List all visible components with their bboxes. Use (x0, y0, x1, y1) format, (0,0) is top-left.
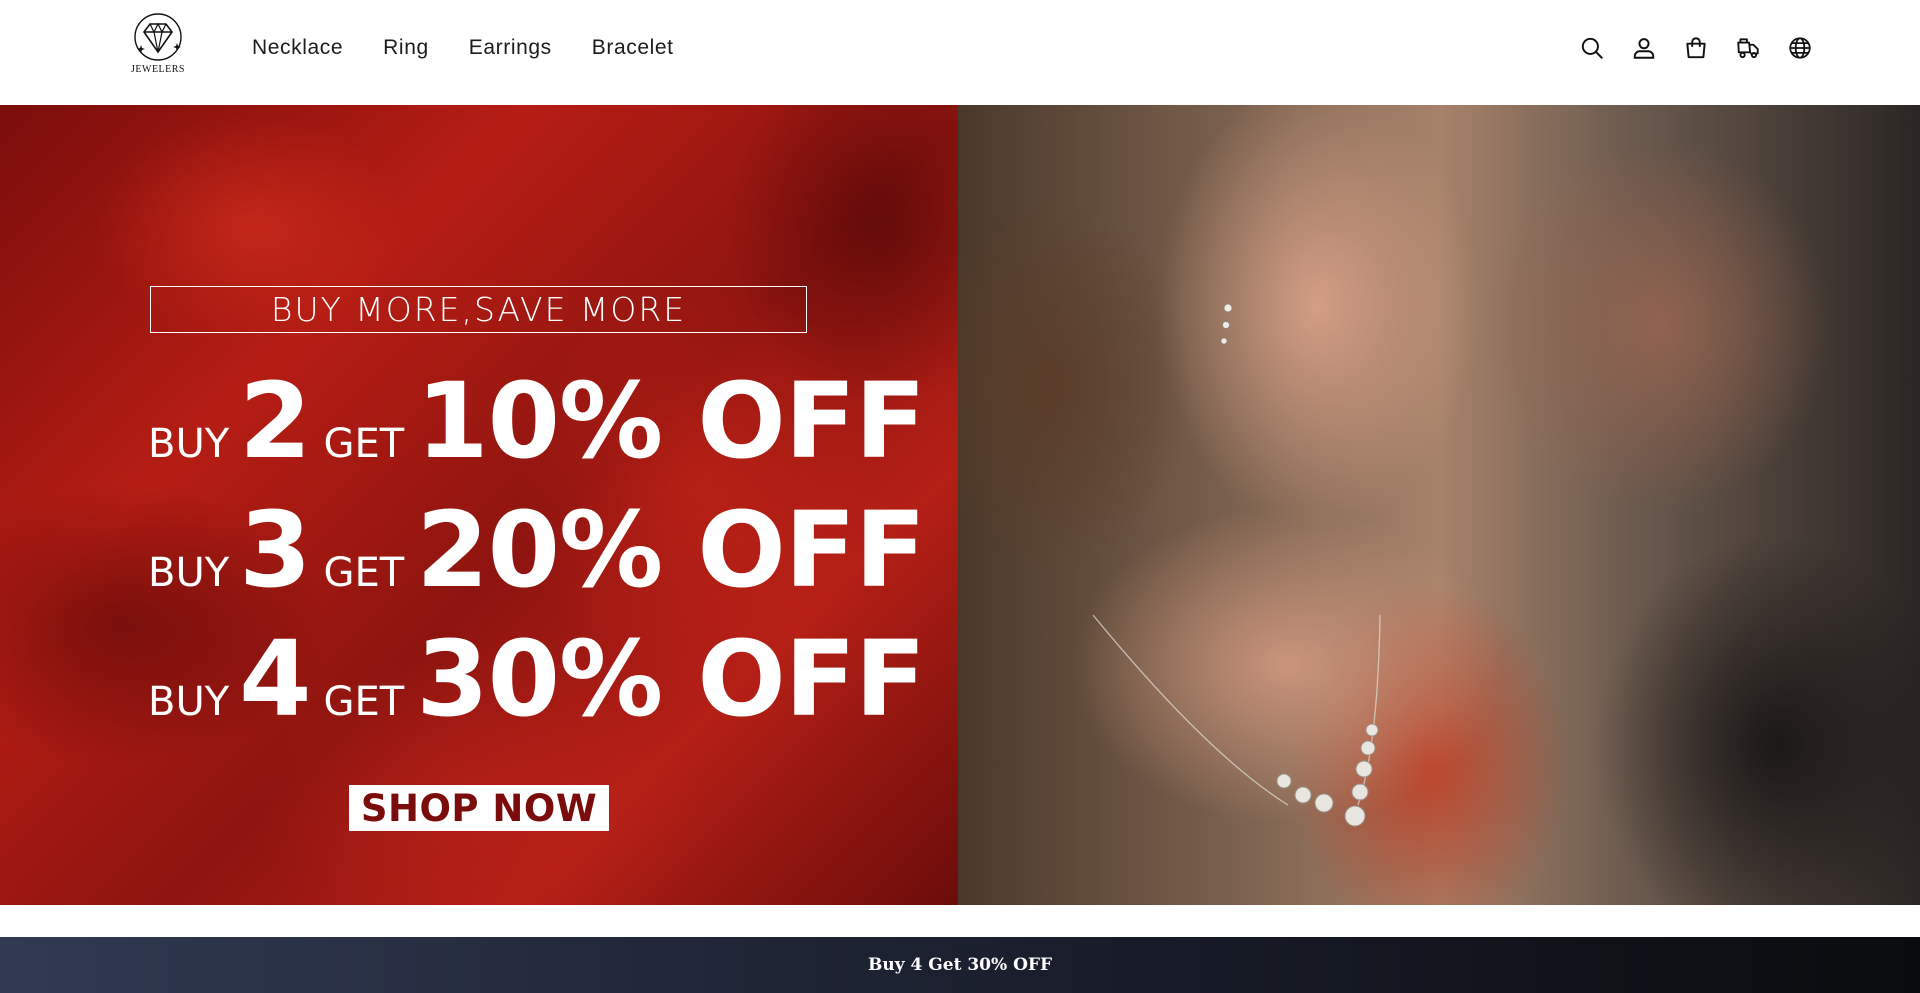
promo-panel: BUY MORE,SAVE MORE BUY 2 GET 10% OFF BUY… (0, 105, 958, 905)
nav-item-necklace[interactable]: Necklace (252, 36, 343, 60)
offer-qty: 2 (239, 360, 312, 482)
language-button[interactable] (1786, 34, 1814, 62)
offer-discount: 30% OFF (416, 618, 926, 740)
offer-qty: 3 (239, 489, 312, 611)
site-header: JEWELERS Necklace Ring Earrings Bracelet (0, 0, 1920, 105)
main-nav: Necklace Ring Earrings Bracelet (252, 36, 714, 60)
nav-item-bracelet[interactable]: Bracelet (592, 36, 674, 60)
order-tracking-icon (1737, 38, 1759, 59)
header-icons (1578, 34, 1838, 62)
necklace-illustration (1092, 303, 1381, 827)
offer-buy-label: BUY (148, 679, 230, 725)
promo-tagline-box: BUY MORE,SAVE MORE (150, 286, 807, 333)
account-icon (1633, 38, 1655, 59)
nav-item-ring[interactable]: Ring (383, 36, 429, 60)
offer-row: BUY 4 GET 30% OFF (148, 618, 926, 740)
offer-buy-label: BUY (148, 421, 230, 467)
offer-discount: 10% OFF (416, 360, 926, 482)
offer-row: BUY 2 GET 10% OFF (148, 360, 926, 482)
logo-text: JEWELERS (131, 64, 185, 75)
diamond-logo-icon (134, 13, 182, 61)
offer-row: BUY 3 GET 20% OFF (148, 489, 926, 611)
offer-buy-label: BUY (148, 550, 230, 596)
account-button[interactable] (1630, 34, 1658, 62)
order-tracking-button[interactable] (1734, 34, 1762, 62)
brand-logo[interactable]: JEWELERS (126, 12, 190, 78)
promo-tagline: BUY MORE,SAVE MORE (270, 290, 687, 329)
search-button[interactable] (1578, 34, 1606, 62)
language-icon (1789, 37, 1811, 59)
offer-get-label: GET (323, 679, 405, 725)
offer-get-label: GET (323, 550, 405, 596)
cart-button[interactable] (1682, 34, 1710, 62)
nav-item-earrings[interactable]: Earrings (469, 36, 552, 60)
announcement-bar[interactable]: Buy 4 Get 30% OFF (0, 937, 1920, 993)
offer-qty: 4 (239, 618, 312, 740)
offer-get-label: GET (323, 421, 405, 467)
offer-discount: 20% OFF (416, 489, 926, 611)
shop-now-button[interactable]: SHOP NOW (349, 785, 609, 831)
hero-photo (958, 105, 1920, 905)
hero-banner[interactable]: BUY MORE,SAVE MORE BUY 2 GET 10% OFF BUY… (0, 105, 1920, 905)
announcement-text: Buy 4 Get 30% OFF (867, 955, 1053, 975)
cart-icon (1686, 37, 1706, 59)
shop-now-label: SHOP NOW (360, 786, 598, 830)
search-icon (1581, 37, 1603, 59)
